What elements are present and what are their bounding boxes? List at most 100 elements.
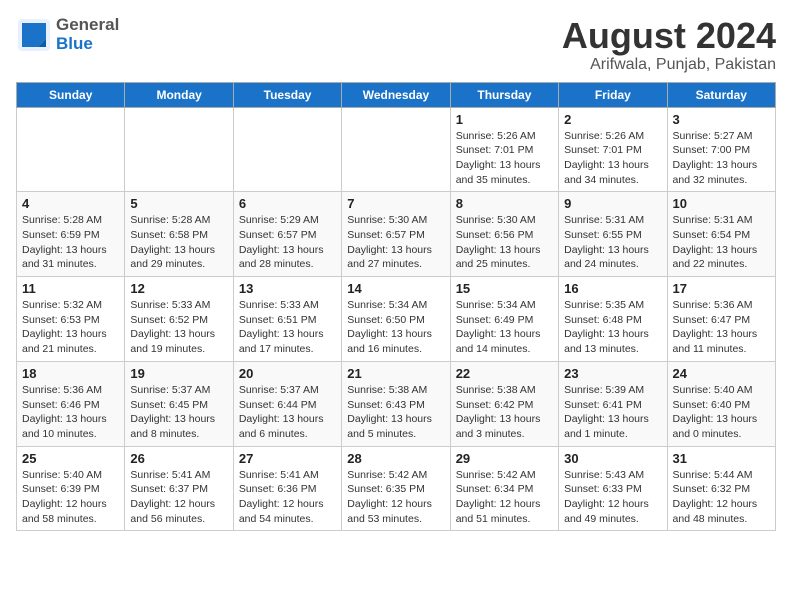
calendar-cell: 17 Sunrise: 5:36 AM Sunset: 6:47 PM Dayli… <box>667 277 775 362</box>
day-number: 8 <box>456 196 553 211</box>
calendar-cell: 11Sunrise: 5:32 AM Sunset: 6:53 PM Dayli… <box>17 277 125 362</box>
day-info: Sunrise: 5:28 AM Sunset: 6:59 PM Dayligh… <box>22 213 119 272</box>
calendar-header-row: SundayMondayTuesdayWednesdayThursdayFrid… <box>17 82 776 107</box>
day-number: 28 <box>347 451 444 466</box>
calendar-cell: 21 Sunrise: 5:38 AM Sunset: 6:43 PM Dayli… <box>342 361 450 446</box>
calendar-cell: 22 Sunrise: 5:38 AM Sunset: 6:42 PM Dayli… <box>450 361 558 446</box>
day-number: 27 <box>239 451 336 466</box>
calendar-cell: 14 Sunrise: 5:34 AM Sunset: 6:50 PM Dayli… <box>342 277 450 362</box>
calendar-cell: 4Sunrise: 5:28 AM Sunset: 6:59 PM Daylig… <box>17 192 125 277</box>
day-number: 6 <box>239 196 336 211</box>
day-number: 20 <box>239 366 336 381</box>
day-number: 22 <box>456 366 553 381</box>
calendar-cell: 27 Sunrise: 5:41 AM Sunset: 6:36 PM Dayli… <box>233 446 341 531</box>
day-info: Sunrise: 5:30 AM Sunset: 6:56 PM Dayligh… <box>456 213 553 272</box>
calendar-dow-monday: Monday <box>125 82 233 107</box>
calendar-cell: 24Sunrise: 5:40 AM Sunset: 6:40 PM Dayli… <box>667 361 775 446</box>
day-info: Sunrise: 5:34 AM Sunset: 6:50 PM Dayligh… <box>347 298 444 357</box>
day-info: Sunrise: 5:26 AM Sunset: 7:01 PM Dayligh… <box>456 129 553 188</box>
day-number: 19 <box>130 366 227 381</box>
day-info: Sunrise: 5:38 AM Sunset: 6:43 PM Dayligh… <box>347 383 444 442</box>
calendar-cell <box>233 107 341 192</box>
calendar-cell: 15Sunrise: 5:34 AM Sunset: 6:49 PM Dayli… <box>450 277 558 362</box>
day-number: 10 <box>673 196 770 211</box>
calendar-cell: 5Sunrise: 5:28 AM Sunset: 6:58 PM Daylig… <box>125 192 233 277</box>
calendar-cell: 28 Sunrise: 5:42 AM Sunset: 6:35 PM Dayli… <box>342 446 450 531</box>
day-number: 14 <box>347 281 444 296</box>
logo-icon <box>16 17 52 53</box>
day-info: Sunrise: 5:39 AM Sunset: 6:41 PM Dayligh… <box>564 383 661 442</box>
day-number: 3 <box>673 112 770 127</box>
day-info: Sunrise: 5:36 AM Sunset: 6:47 PM Dayligh… <box>673 298 770 357</box>
calendar-cell: 8 Sunrise: 5:30 AM Sunset: 6:56 PM Daylig… <box>450 192 558 277</box>
day-info: Sunrise: 5:37 AM Sunset: 6:45 PM Dayligh… <box>130 383 227 442</box>
day-info: Sunrise: 5:43 AM Sunset: 6:33 PM Dayligh… <box>564 468 661 527</box>
calendar-cell: 7 Sunrise: 5:30 AM Sunset: 6:57 PM Daylig… <box>342 192 450 277</box>
day-info: Sunrise: 5:33 AM Sunset: 6:52 PM Dayligh… <box>130 298 227 357</box>
calendar-week-3: 11Sunrise: 5:32 AM Sunset: 6:53 PM Dayli… <box>17 277 776 362</box>
day-number: 2 <box>564 112 661 127</box>
logo-blue: Blue <box>56 35 119 54</box>
day-info: Sunrise: 5:35 AM Sunset: 6:48 PM Dayligh… <box>564 298 661 357</box>
calendar-cell <box>342 107 450 192</box>
calendar-cell: 19 Sunrise: 5:37 AM Sunset: 6:45 PM Dayli… <box>125 361 233 446</box>
calendar-cell: 25Sunrise: 5:40 AM Sunset: 6:39 PM Dayli… <box>17 446 125 531</box>
day-number: 15 <box>456 281 553 296</box>
title-area: August 2024 Arifwala, Punjab, Pakistan <box>562 16 776 74</box>
day-number: 17 <box>673 281 770 296</box>
calendar-dow-thursday: Thursday <box>450 82 558 107</box>
calendar-cell: 12 Sunrise: 5:33 AM Sunset: 6:52 PM Dayli… <box>125 277 233 362</box>
calendar-cell: 10 Sunrise: 5:31 AM Sunset: 6:54 PM Dayli… <box>667 192 775 277</box>
day-number: 12 <box>130 281 227 296</box>
day-info: Sunrise: 5:41 AM Sunset: 6:36 PM Dayligh… <box>239 468 336 527</box>
calendar-cell <box>125 107 233 192</box>
calendar-cell: 20Sunrise: 5:37 AM Sunset: 6:44 PM Dayli… <box>233 361 341 446</box>
day-info: Sunrise: 5:31 AM Sunset: 6:55 PM Dayligh… <box>564 213 661 272</box>
day-info: Sunrise: 5:26 AM Sunset: 7:01 PM Dayligh… <box>564 129 661 188</box>
calendar-cell: 26Sunrise: 5:41 AM Sunset: 6:37 PM Dayli… <box>125 446 233 531</box>
calendar-week-5: 25Sunrise: 5:40 AM Sunset: 6:39 PM Dayli… <box>17 446 776 531</box>
calendar-dow-sunday: Sunday <box>17 82 125 107</box>
calendar-cell: 3 Sunrise: 5:27 AM Sunset: 7:00 PM Daylig… <box>667 107 775 192</box>
logo: General Blue <box>16 16 119 53</box>
calendar-dow-wednesday: Wednesday <box>342 82 450 107</box>
day-number: 25 <box>22 451 119 466</box>
day-info: Sunrise: 5:27 AM Sunset: 7:00 PM Dayligh… <box>673 129 770 188</box>
day-number: 13 <box>239 281 336 296</box>
day-info: Sunrise: 5:28 AM Sunset: 6:58 PM Dayligh… <box>130 213 227 272</box>
day-info: Sunrise: 5:29 AM Sunset: 6:57 PM Dayligh… <box>239 213 336 272</box>
day-number: 21 <box>347 366 444 381</box>
day-number: 16 <box>564 281 661 296</box>
calendar-cell: 2 Sunrise: 5:26 AM Sunset: 7:01 PM Daylig… <box>559 107 667 192</box>
day-info: Sunrise: 5:30 AM Sunset: 6:57 PM Dayligh… <box>347 213 444 272</box>
day-info: Sunrise: 5:42 AM Sunset: 6:35 PM Dayligh… <box>347 468 444 527</box>
calendar-dow-saturday: Saturday <box>667 82 775 107</box>
calendar-dow-friday: Friday <box>559 82 667 107</box>
day-number: 29 <box>456 451 553 466</box>
calendar-cell <box>17 107 125 192</box>
day-info: Sunrise: 5:33 AM Sunset: 6:51 PM Dayligh… <box>239 298 336 357</box>
day-number: 7 <box>347 196 444 211</box>
calendar-cell: 16 Sunrise: 5:35 AM Sunset: 6:48 PM Dayli… <box>559 277 667 362</box>
calendar-dow-tuesday: Tuesday <box>233 82 341 107</box>
page-title: August 2024 <box>562 16 776 56</box>
day-info: Sunrise: 5:32 AM Sunset: 6:53 PM Dayligh… <box>22 298 119 357</box>
page-subtitle: Arifwala, Punjab, Pakistan <box>562 56 776 74</box>
day-number: 26 <box>130 451 227 466</box>
logo-text: General Blue <box>56 16 119 53</box>
calendar-cell: 1 Sunrise: 5:26 AM Sunset: 7:01 PM Daylig… <box>450 107 558 192</box>
logo-general: General <box>56 16 119 35</box>
day-number: 18 <box>22 366 119 381</box>
day-info: Sunrise: 5:40 AM Sunset: 6:40 PM Dayligh… <box>673 383 770 442</box>
day-number: 31 <box>673 451 770 466</box>
calendar-cell: 31 Sunrise: 5:44 AM Sunset: 6:32 PM Dayli… <box>667 446 775 531</box>
header: General Blue August 2024 Arifwala, Punja… <box>16 16 776 74</box>
day-info: Sunrise: 5:38 AM Sunset: 6:42 PM Dayligh… <box>456 383 553 442</box>
calendar-cell: 6 Sunrise: 5:29 AM Sunset: 6:57 PM Daylig… <box>233 192 341 277</box>
day-number: 30 <box>564 451 661 466</box>
day-info: Sunrise: 5:44 AM Sunset: 6:32 PM Dayligh… <box>673 468 770 527</box>
day-number: 1 <box>456 112 553 127</box>
day-info: Sunrise: 5:31 AM Sunset: 6:54 PM Dayligh… <box>673 213 770 272</box>
day-info: Sunrise: 5:42 AM Sunset: 6:34 PM Dayligh… <box>456 468 553 527</box>
calendar-cell: 9Sunrise: 5:31 AM Sunset: 6:55 PM Daylig… <box>559 192 667 277</box>
